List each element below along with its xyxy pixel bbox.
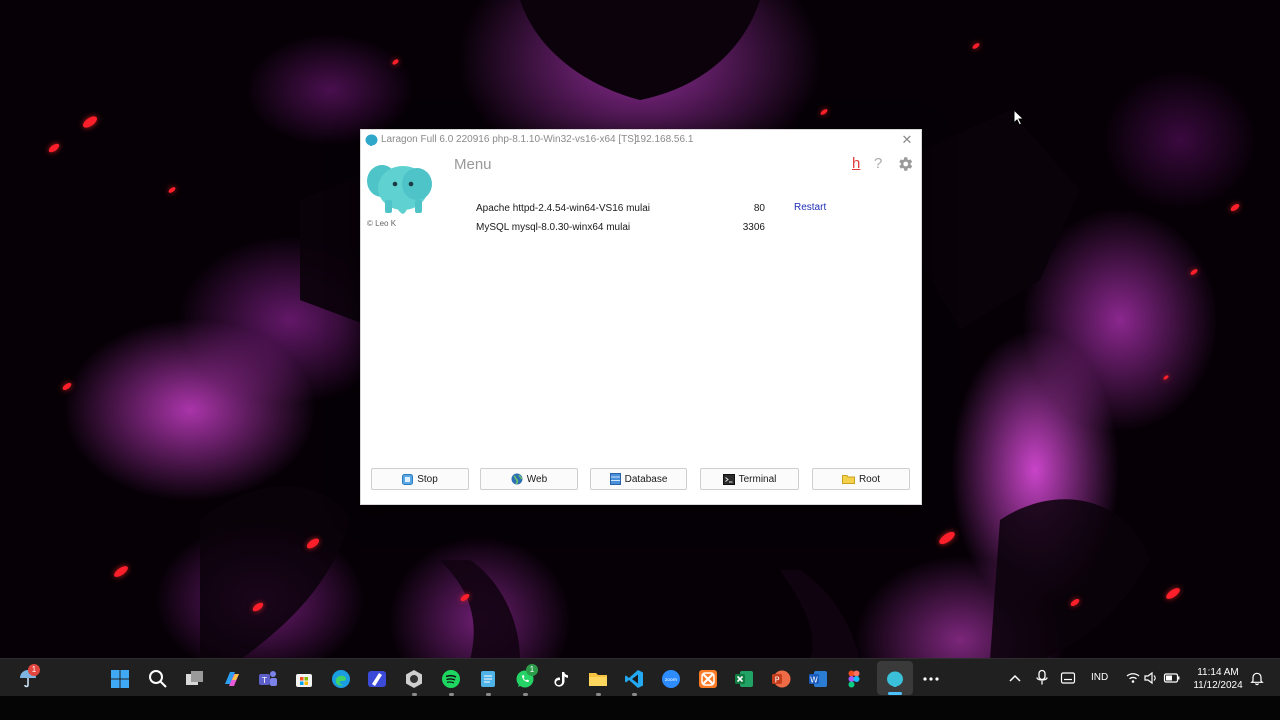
web-button[interactable]: Web: [480, 468, 578, 490]
service-apache-port: 80: [753, 203, 765, 214]
root-button[interactable]: Root: [812, 468, 910, 490]
gear-icon[interactable]: [896, 155, 914, 173]
clock[interactable]: 11:14 AM 11/12/2024: [1188, 666, 1248, 692]
spotify-icon[interactable]: [441, 669, 461, 689]
close-icon[interactable]: ✕: [897, 131, 917, 149]
windows-start-icon[interactable]: [110, 669, 130, 689]
taskbar: 1 T 1 zoom P W IND 11:14 AM 11/12/2024: [0, 658, 1280, 696]
tablet-pen-app-icon[interactable]: [367, 669, 387, 689]
database-label: Database: [624, 473, 668, 485]
stop-label: Stop: [417, 473, 438, 485]
svg-text:P: P: [775, 676, 780, 685]
stop-button[interactable]: Stop: [371, 468, 469, 490]
root-label: Root: [858, 473, 881, 485]
notification-bell-icon[interactable]: [1249, 670, 1265, 686]
tiktok-icon[interactable]: [551, 669, 571, 689]
h-button[interactable]: h: [852, 155, 860, 172]
window-titlebar[interactable]: Laragon Full 6.0 220916 php-8.1.10-Win32…: [361, 130, 921, 150]
copilot-icon[interactable]: [222, 669, 242, 689]
volume-icon[interactable]: [1143, 670, 1159, 686]
terminal-icon: [722, 473, 735, 485]
laragon-logo-icon: [367, 165, 432, 214]
search-icon[interactable]: [148, 669, 168, 689]
service-mysql-port: 3306: [742, 222, 765, 233]
zoom-icon[interactable]: zoom: [661, 669, 681, 689]
file-explorer-icon[interactable]: [588, 669, 608, 689]
stop-icon: [402, 473, 414, 485]
database-icon: [609, 473, 621, 485]
word-icon[interactable]: W: [808, 669, 828, 689]
laragon-window: Laragon Full 6.0 220916 php-8.1.10-Win32…: [360, 129, 922, 505]
input-language[interactable]: IND: [1091, 672, 1108, 683]
terminal-button[interactable]: Terminal: [700, 468, 799, 490]
vscode-icon[interactable]: [624, 669, 644, 689]
teams-icon[interactable]: T: [258, 669, 278, 689]
logo-caption: © Leo K: [367, 219, 397, 228]
service-apache-name: Apache httpd-2.4.54-win64-VS16 mulai: [476, 203, 650, 214]
terminal-label: Terminal: [738, 473, 777, 485]
help-button[interactable]: ?: [874, 155, 882, 172]
menu-button[interactable]: Menu: [454, 156, 492, 173]
laragon-running-indicator: [888, 692, 902, 695]
xampp-icon[interactable]: [698, 669, 718, 689]
microphone-icon[interactable]: [1034, 669, 1050, 687]
excel-icon[interactable]: [734, 669, 754, 689]
svg-text:T: T: [261, 676, 267, 685]
figma-icon[interactable]: [844, 669, 864, 689]
web-label: Web: [526, 473, 548, 485]
window-title: Laragon Full 6.0 220916 php-8.1.10-Win32…: [381, 134, 637, 145]
wifi-icon[interactable]: [1125, 670, 1141, 686]
svg-text:W: W: [810, 676, 818, 685]
chevron-up-icon[interactable]: [1007, 670, 1023, 686]
edge-icon[interactable]: [331, 669, 351, 689]
window-ip: 192.168.56.1: [635, 134, 694, 145]
restart-link[interactable]: Restart: [794, 202, 826, 213]
task-view-icon[interactable]: [185, 669, 205, 689]
hexagon-app-icon[interactable]: [404, 669, 424, 689]
whatsapp-badge: 1: [526, 664, 538, 676]
screen-bottom-strip: [0, 696, 1280, 720]
mouse-cursor-icon: [1013, 109, 1025, 126]
weather-badge: 1: [28, 664, 40, 676]
powerpoint-icon[interactable]: P: [771, 669, 791, 689]
svg-text:zoom: zoom: [665, 678, 677, 683]
folder-icon: [841, 475, 855, 484]
clock-time: 11:14 AM: [1197, 667, 1239, 678]
more-apps-icon[interactable]: [921, 669, 941, 689]
laragon-elephant-icon: [365, 134, 378, 146]
keyboard-icon[interactable]: [1060, 670, 1076, 686]
notepad-icon[interactable]: [478, 669, 498, 689]
laragon-taskbar-icon[interactable]: [885, 669, 905, 689]
database-button[interactable]: Database: [590, 468, 687, 490]
globe-icon: [511, 473, 523, 485]
battery-icon[interactable]: [1163, 670, 1181, 686]
microsoft-store-icon[interactable]: [294, 669, 314, 689]
service-mysql-name: MySQL mysql-8.0.30-winx64 mulai: [476, 222, 631, 233]
clock-date: 11/12/2024: [1193, 680, 1243, 691]
